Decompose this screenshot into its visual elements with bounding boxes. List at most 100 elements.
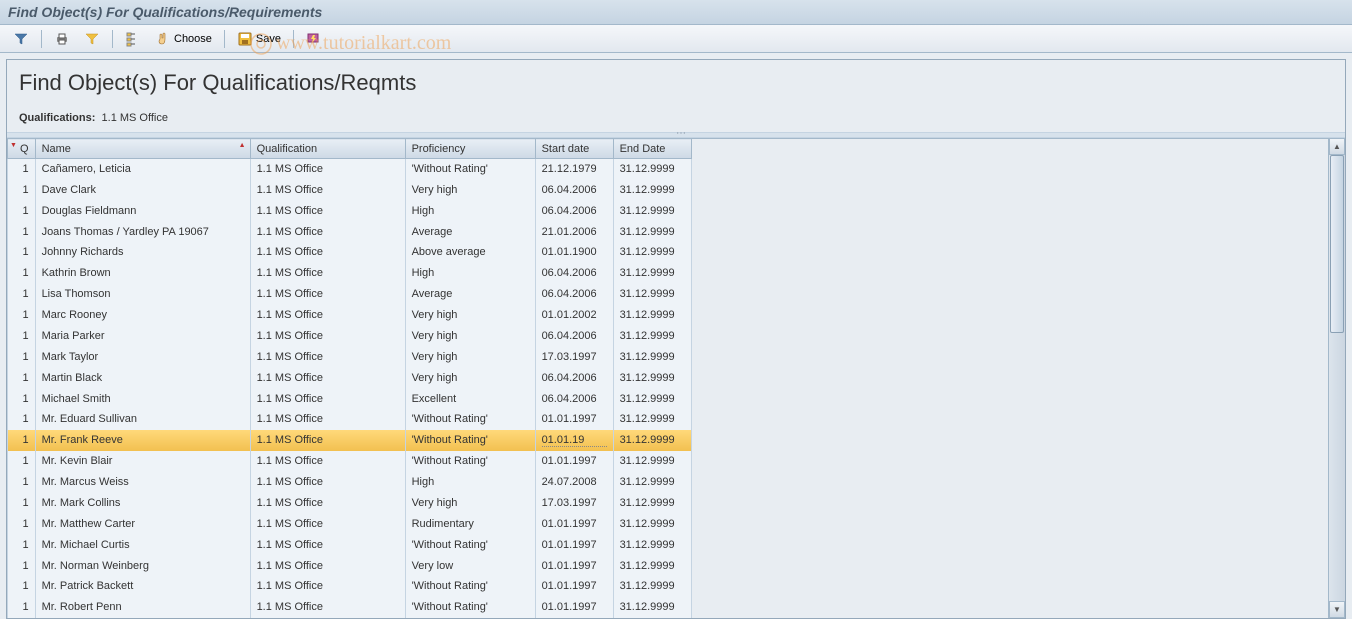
cell-proficiency: Above average bbox=[405, 242, 535, 263]
cell-proficiency: Very high bbox=[405, 326, 535, 347]
cell-name: Maria Parker bbox=[35, 326, 250, 347]
cell-start: 06.04.2006 bbox=[535, 263, 613, 284]
scroll-thumb[interactable] bbox=[1330, 155, 1344, 333]
cell-start: 01.01.1997 bbox=[535, 555, 613, 576]
cell-proficiency: Average bbox=[405, 221, 535, 242]
table-row[interactable]: 1Mark Taylor1.1 MS OfficeVery high17.03.… bbox=[8, 346, 692, 367]
table-row[interactable]: 1Mr. Michael Curtis1.1 MS Office'Without… bbox=[8, 534, 692, 555]
vertical-scrollbar[interactable]: ▲ ▼ bbox=[1328, 138, 1345, 618]
toolbar-separator bbox=[293, 30, 294, 48]
cell-name: Mr. Michael Curtis bbox=[35, 534, 250, 555]
cell-q: 1 bbox=[8, 513, 36, 534]
cell-q: 1 bbox=[8, 367, 36, 388]
table-row[interactable]: 1Mr. Eduard Sullivan1.1 MS Office'Withou… bbox=[8, 409, 692, 430]
table-row[interactable]: 1Mr. Patrick Backett1.1 MS Office'Withou… bbox=[8, 576, 692, 597]
table-row[interactable]: 1Johnny Richards1.1 MS OfficeAbove avera… bbox=[8, 242, 692, 263]
cell-q: 1 bbox=[8, 284, 36, 305]
scroll-down-button[interactable]: ▼ bbox=[1329, 601, 1345, 618]
cell-start: 01.01.2002 bbox=[535, 305, 613, 326]
export-button[interactable] bbox=[79, 29, 105, 49]
cell-proficiency: High bbox=[405, 472, 535, 493]
cell-qualification: 1.1 MS Office bbox=[250, 346, 405, 367]
splitter-grip[interactable] bbox=[7, 132, 1345, 138]
table-row[interactable]: 1Mr. Frank Reeve1.1 MS Office'Without Ra… bbox=[8, 430, 692, 451]
table-row[interactable]: 1Dave Clark1.1 MS OfficeVery high06.04.2… bbox=[8, 179, 692, 200]
table-empty-area bbox=[692, 138, 1328, 618]
tree-button[interactable] bbox=[120, 29, 146, 49]
cell-end: 31.12.9999 bbox=[613, 409, 691, 430]
table-row[interactable]: 1Cañamero, Leticia1.1 MS Office'Without … bbox=[8, 159, 692, 180]
filter-button[interactable] bbox=[8, 29, 34, 49]
cell-q: 1 bbox=[8, 576, 36, 597]
cell-qualification: 1.1 MS Office bbox=[250, 284, 405, 305]
cell-proficiency: 'Without Rating' bbox=[405, 409, 535, 430]
cell-end: 31.12.9999 bbox=[613, 555, 691, 576]
table-row[interactable]: 1Joans Thomas / Yardley PA 190671.1 MS O… bbox=[8, 221, 692, 242]
cell-qualification: 1.1 MS Office bbox=[250, 305, 405, 326]
cell-end: 31.12.9999 bbox=[613, 263, 691, 284]
cell-start: 01.01.1997 bbox=[535, 513, 613, 534]
table-row[interactable]: 1Kathrin Brown1.1 MS OfficeHigh06.04.200… bbox=[8, 263, 692, 284]
cell-start: 01.01.19 bbox=[535, 430, 613, 451]
scroll-track[interactable] bbox=[1329, 155, 1345, 601]
table-row[interactable]: 1Martin Black1.1 MS OfficeVery high06.04… bbox=[8, 367, 692, 388]
cell-qualification: 1.1 MS Office bbox=[250, 388, 405, 409]
table-row[interactable]: 1Mr. Mark Collins1.1 MS OfficeVery high1… bbox=[8, 493, 692, 514]
cell-end: 31.12.9999 bbox=[613, 388, 691, 409]
cell-name: Mr. Eduard Sullivan bbox=[35, 409, 250, 430]
cell-qualification: 1.1 MS Office bbox=[250, 430, 405, 451]
cell-end: 31.12.9999 bbox=[613, 576, 691, 597]
cell-proficiency: 'Without Rating' bbox=[405, 451, 535, 472]
col-header-qualification[interactable]: Qualification bbox=[250, 139, 405, 159]
col-header-end[interactable]: End Date bbox=[613, 139, 691, 159]
cell-end: 31.12.9999 bbox=[613, 179, 691, 200]
cell-q: 1 bbox=[8, 200, 36, 221]
table-row[interactable]: 1Douglas Fieldmann1.1 MS OfficeHigh06.04… bbox=[8, 200, 692, 221]
report-title: Find Object(s) For Qualifications/Reqmts bbox=[19, 70, 1333, 96]
cell-start: 06.04.2006 bbox=[535, 388, 613, 409]
cell-qualification: 1.1 MS Office bbox=[250, 493, 405, 514]
col-header-start[interactable]: Start date bbox=[535, 139, 613, 159]
cell-proficiency: Average bbox=[405, 284, 535, 305]
cell-qualification: 1.1 MS Office bbox=[250, 200, 405, 221]
table-row[interactable]: 1Mr. Marcus Weiss1.1 MS OfficeHigh24.07.… bbox=[8, 472, 692, 493]
col-header-q[interactable]: Q bbox=[8, 139, 36, 159]
toolbar: Choose Save bbox=[0, 25, 1352, 53]
analyze-button[interactable] bbox=[301, 29, 327, 49]
cell-name: Mr. Marcus Weiss bbox=[35, 472, 250, 493]
col-header-proficiency[interactable]: Proficiency bbox=[405, 139, 535, 159]
cell-q: 1 bbox=[8, 430, 36, 451]
funnel-export-icon bbox=[84, 31, 100, 47]
cell-q: 1 bbox=[8, 346, 36, 367]
cell-start: 24.07.2008 bbox=[535, 472, 613, 493]
cell-qualification: 1.1 MS Office bbox=[250, 326, 405, 347]
cell-qualification: 1.1 MS Office bbox=[250, 451, 405, 472]
save-button[interactable]: Save bbox=[232, 29, 286, 49]
cell-name: Dave Clark bbox=[35, 179, 250, 200]
cell-name: Mr. Matthew Carter bbox=[35, 513, 250, 534]
cell-name: Mr. Frank Reeve bbox=[35, 430, 250, 451]
scroll-up-button[interactable]: ▲ bbox=[1329, 138, 1345, 155]
cell-start: 06.04.2006 bbox=[535, 367, 613, 388]
table-row[interactable]: 1Mr. Norman Weinberg1.1 MS OfficeVery lo… bbox=[8, 555, 692, 576]
cell-end: 31.12.9999 bbox=[613, 493, 691, 514]
cell-q: 1 bbox=[8, 388, 36, 409]
table-row[interactable]: 1Lisa Thomson1.1 MS OfficeAverage06.04.2… bbox=[8, 284, 692, 305]
cell-qualification: 1.1 MS Office bbox=[250, 555, 405, 576]
print-button[interactable] bbox=[49, 29, 75, 49]
cell-proficiency: Very high bbox=[405, 346, 535, 367]
cell-start: 06.04.2006 bbox=[535, 284, 613, 305]
table-row[interactable]: 1Mr. Matthew Carter1.1 MS OfficeRudiment… bbox=[8, 513, 692, 534]
table-row[interactable]: 1Michael Smith1.1 MS OfficeExcellent06.0… bbox=[8, 388, 692, 409]
choose-label: Choose bbox=[174, 33, 212, 45]
table-row[interactable]: 1Mr. Kevin Blair1.1 MS Office'Without Ra… bbox=[8, 451, 692, 472]
cell-qualification: 1.1 MS Office bbox=[250, 576, 405, 597]
cell-end: 31.12.9999 bbox=[613, 367, 691, 388]
toolbar-separator bbox=[112, 30, 113, 48]
table-row[interactable]: 1Maria Parker1.1 MS OfficeVery high06.04… bbox=[8, 326, 692, 347]
cell-start: 01.01.1900 bbox=[535, 242, 613, 263]
col-header-name[interactable]: Name bbox=[35, 139, 250, 159]
table-row[interactable]: 1Marc Rooney1.1 MS OfficeVery high01.01.… bbox=[8, 305, 692, 326]
report-header: Find Object(s) For Qualifications/Reqmts… bbox=[7, 60, 1345, 132]
choose-button[interactable]: Choose bbox=[150, 29, 217, 49]
